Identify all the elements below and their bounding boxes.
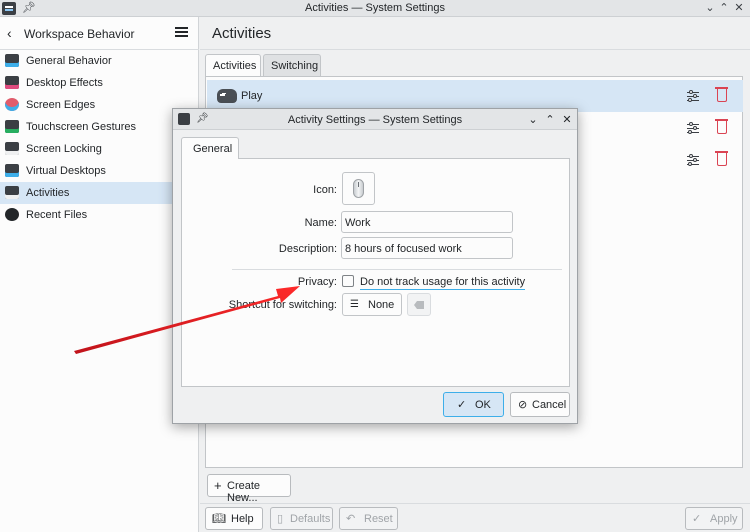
settings-category-icon [5,120,19,133]
privacy-checkbox[interactable] [342,275,354,287]
ok-button[interactable]: ✓ OK [443,392,504,417]
close-button[interactable]: ✕ [732,1,746,14]
sidebar-item-label: Activities [26,187,70,199]
sidebar-item-label: Desktop Effects [26,77,103,89]
sidebar-item[interactable]: Virtual Desktops [0,160,199,182]
sidebar-item[interactable]: Recent Files [0,204,199,226]
delete-icon[interactable] [715,151,728,166]
sidebar-item[interactable]: General Behavior [0,50,199,72]
privacy-label: Privacy: [297,276,337,288]
sidebar-item[interactable]: Screen Locking [0,138,199,160]
name-label: Name: [304,217,337,229]
sidebar-item-label: Virtual Desktops [26,165,106,177]
minimize-button[interactable]: ⌄ [703,1,717,14]
window-titlebar: 📌︎ Activities — System Settings ⌄ ⌃ ✕ [0,0,750,17]
shortcut-label: Shortcut for switching: [228,299,337,311]
description-label: Description: [278,243,337,255]
sidebar-item-label: Touchscreen Gestures [26,121,137,133]
checkmark-icon: ✓ [457,399,467,411]
help-button[interactable]: 📖︎ Help [205,507,263,530]
tab-activities[interactable]: Activities [205,54,261,76]
configure-icon[interactable] [687,154,699,166]
sidebar: ‹ Workspace Behavior General Behavior Des… [0,17,199,532]
cancel-button[interactable]: ⊘ Cancel [510,392,570,417]
plus-icon: + [214,478,222,493]
settings-category-icon [5,76,19,89]
mouse-icon [353,179,364,198]
privacy-checkbox-label[interactable]: Do not track usage for this activity [360,276,526,290]
dialog-title: Activity Settings — System Settings [287,114,463,126]
sidebar-header: ‹ Workspace Behavior [0,17,199,50]
configure-icon[interactable] [687,122,699,134]
sidebar-list: General Behavior Desktop Effects Screen Ed… [0,50,199,226]
gamepad-icon [217,89,237,103]
icon-label: Icon: [313,184,337,196]
description-field[interactable]: 8 hours of focused work [341,237,513,259]
sidebar-item[interactable]: Touchscreen Gestures [0,116,199,138]
close-button[interactable]: ✕ [561,113,573,126]
settings-category-icon [5,54,19,67]
checkmark-icon: ✓ [692,513,702,525]
sidebar-title: Workspace Behavior [24,27,135,41]
delete-icon[interactable] [715,119,728,134]
configure-icon: ☰ [350,299,359,310]
sidebar-item[interactable]: Desktop Effects [0,72,199,94]
window-title: Activities — System Settings [305,2,445,14]
sidebar-item-label: General Behavior [26,55,112,67]
sidebar-item-label: Screen Edges [26,99,96,111]
cancel-icon: ⊘ [518,399,528,411]
settings-category-icon [5,98,19,111]
maximize-button[interactable]: ⌃ [544,113,556,126]
clear-shortcut-button[interactable] [407,293,431,316]
settings-category-icon [5,186,19,199]
divider [232,269,562,270]
apply-button[interactable]: ✓ Apply [685,507,743,530]
settings-category-icon [5,142,19,155]
create-new-button[interactable]: + Create New... [207,474,291,504]
defaults-button[interactable]: ▯ Defaults [270,507,333,530]
dialog-titlebar: 📌︎ Activity Settings — System Settings ⌄… [173,109,577,130]
tab-switching[interactable]: Switching [263,54,321,76]
chevron-left-icon[interactable]: ‹ [7,25,12,41]
shortcut-button[interactable]: ☰ None [342,293,402,316]
sidebar-item-label: Screen Locking [26,143,102,155]
sidebar-item-label: Recent Files [26,209,88,221]
maximize-button[interactable]: ⌃ [717,1,731,14]
minimize-button[interactable]: ⌄ [527,113,539,126]
delete-icon[interactable] [715,87,728,102]
sidebar-item[interactable]: Activities [0,182,199,204]
settings-category-icon [5,208,19,221]
page-header: Activities [200,17,750,50]
settings-category-icon [5,164,19,177]
defaults-icon: ▯ [277,513,284,525]
help-icon: 📖︎ [212,513,226,525]
sidebar-item[interactable]: Screen Edges [0,94,199,116]
configure-icon[interactable] [687,90,699,102]
page-title: Activities [212,25,272,42]
reset-button[interactable]: ↶ Reset [339,507,398,530]
icon-picker-button[interactable] [342,172,375,205]
hamburger-menu-icon[interactable] [175,27,188,37]
name-field[interactable]: Work [341,211,513,233]
undo-icon: ↶ [346,513,356,525]
activity-name: Play [241,90,263,102]
tab-general[interactable]: General [181,137,239,159]
